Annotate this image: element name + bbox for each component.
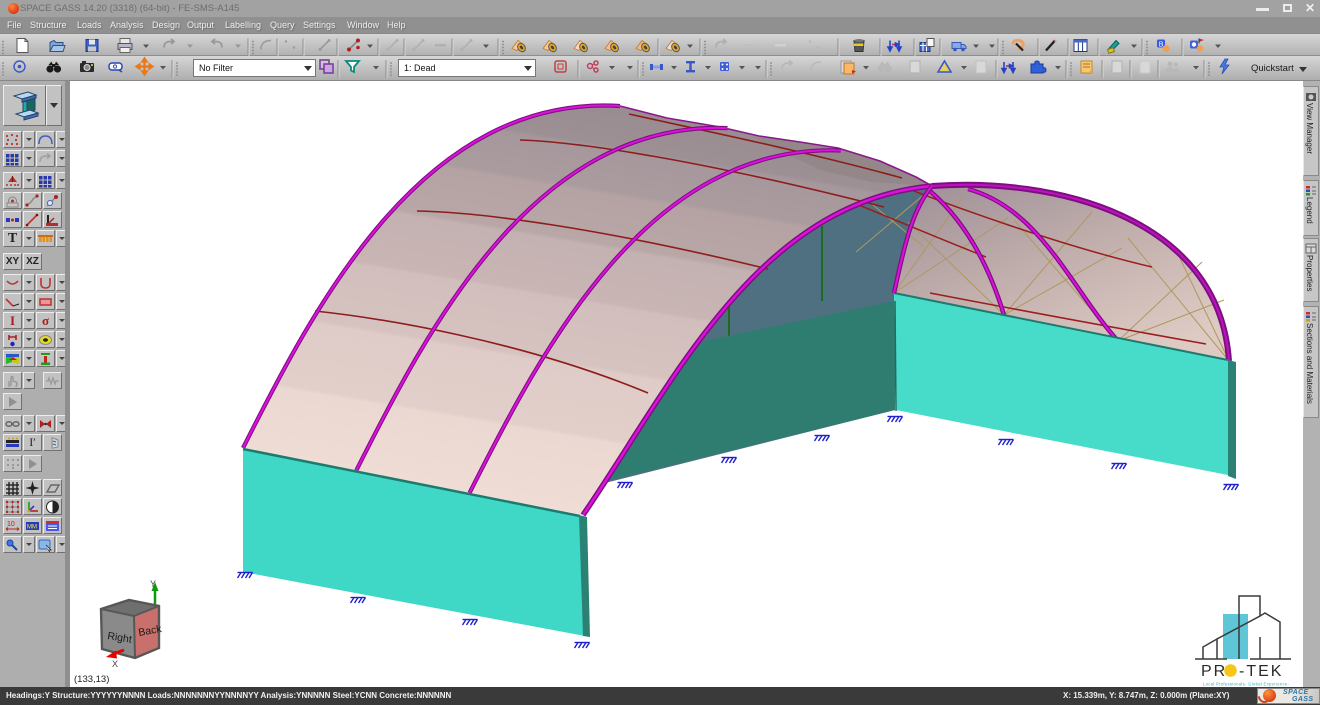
svg-text:PR: PR (1201, 663, 1227, 680)
svg-text:10: 10 (7, 521, 15, 528)
svg-text:Local Professionals- Global: Local Professionals- Global Experience- (1203, 682, 1289, 687)
svg-text:MM: MM (27, 525, 37, 531)
svg-text:Y: Y (150, 579, 156, 589)
svg-text:X: X (112, 659, 118, 669)
svg-text:-TEK: -TEK (1239, 663, 1283, 680)
